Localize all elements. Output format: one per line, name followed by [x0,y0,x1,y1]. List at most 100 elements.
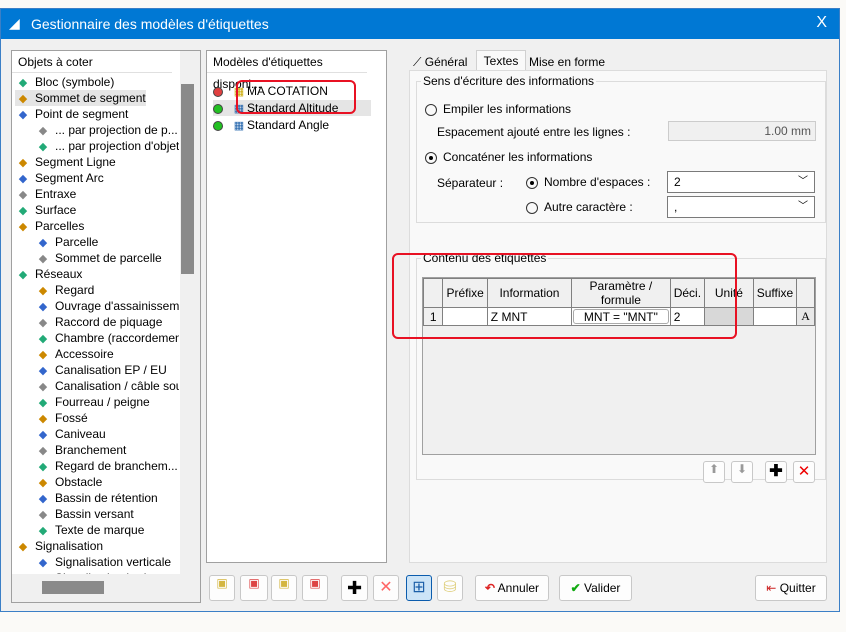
list-item-label: Texte de marque [55,523,145,537]
tab-general[interactable]: ⟋ Général [409,53,476,71]
tab-textes[interactable]: Textes [476,50,526,71]
list-item[interactable]: ◆ Sommet de segment [15,90,146,106]
list-item[interactable]: ◆ Accessoire [35,346,114,362]
accessory-icon: ◆ [38,348,48,361]
autre-select[interactable]: , ﹀ [667,196,815,218]
list-item-label: Signalisation [35,539,104,553]
export-all-button[interactable]: ▣ [302,575,328,601]
quitter-button[interactable]: ⇤ Quitter [755,575,827,601]
app-icon: ◢ [9,15,20,31]
list-item-label: Regard de branchem... [55,459,178,473]
list-item[interactable]: ◆ Segment Arc [15,170,104,186]
list-item[interactable]: ◆ Branchement [35,442,127,458]
scrollbar-thumb[interactable] [181,84,194,274]
list-item[interactable]: ◆ Texte de marque [35,522,145,538]
add-row-button[interactable]: ✚ [765,461,787,483]
list-item-label: Ouvrage d'assainissem... [55,299,179,313]
database-button[interactable]: ⛁ [437,575,463,601]
status-dot-icon [213,86,223,97]
list-item-label: Branchement [55,443,127,457]
nb-espaces-select[interactable]: 2 ﹀ [667,171,815,193]
close-button[interactable]: X [816,14,827,32]
list-item[interactable]: ◆ Parcelle [35,234,99,250]
block-symbol-icon: ◆ [18,76,28,89]
standard-models-toggle[interactable]: ⊞ [406,575,432,601]
hscrollbar-thumb[interactable] [42,581,104,594]
vertical-scrollbar[interactable] [180,51,200,581]
list-item-label: Bloc (symbole) [35,75,115,89]
import-all-button[interactable]: ▣ [240,575,268,601]
cell-suffixe[interactable] [752,307,798,326]
signage-icon: ◆ [18,540,28,553]
chamber-icon: ◆ [38,332,48,345]
delete-model-button[interactable]: ✕ [373,575,399,601]
list-item-label: Point de segment [35,107,129,121]
tab-mise-en-forme[interactable]: Mise en forme [527,53,605,71]
empiler-radio[interactable]: Empiler les informations [425,102,571,116]
projection-point-icon: ◆ [38,124,48,137]
add-model-button[interactable]: ✚ [341,575,368,601]
list-item[interactable]: ◆ ... par projection d'objet [35,138,179,154]
list-item[interactable]: ◆ Réseaux [15,266,83,282]
list-item[interactable]: ◆ Regard de branchem... [35,458,178,474]
list-item[interactable]: ◆ Fourreau / peigne [35,394,150,410]
parcel-icon: ◆ [38,236,48,249]
list-item[interactable]: ◆ Ouvrage d'assainissem... [35,298,179,314]
list-item[interactable]: ◆ Fossé [35,410,88,426]
status-dot-icon [213,103,223,114]
export-button[interactable]: ▣ [271,575,297,601]
list-item[interactable]: ◆ Signalisation [15,538,103,554]
col-suffixe: Suffixe [752,278,798,308]
annuler-button[interactable]: ↶ Annuler [475,575,549,601]
nb-espaces-radio[interactable]: Nombre d'espaces : [526,175,650,189]
move-down-button[interactable]: ⬇ [731,461,753,483]
tap-connection-icon: ◆ [38,316,48,329]
concatener-radio[interactable]: Concaténer les informations [425,150,592,164]
networks-icon: ◆ [18,268,28,281]
move-up-button[interactable]: ⬆ [703,461,725,483]
list-item[interactable]: ◆ Canalisation / câble sou... [35,378,179,394]
list-item[interactable]: ◆ Regard [35,282,95,298]
mark-text-icon: ◆ [38,524,48,537]
delete-row-button[interactable]: ✕ [793,461,815,483]
list-item[interactable]: ◆ ... par projection de p... [35,122,178,138]
import-button[interactable]: ▣ [209,575,235,601]
horizontal-scrollbar[interactable] [12,574,200,602]
vertical-signage-icon: ◆ [38,556,48,569]
valider-button[interactable]: ✔ Valider [559,575,632,601]
list-item[interactable]: ◆ Bloc (symbole) [15,74,115,90]
model-item[interactable]: ▦ Standard Angle [213,117,371,133]
list-item[interactable]: ◆ Surface [15,202,77,218]
list-item[interactable]: ◆ Entraxe [15,186,77,202]
list-item[interactable]: ◆ Obstacle [35,474,103,490]
manhole-icon: ◆ [38,284,48,297]
list-item-label: Canalisation / câble sou... [55,379,179,393]
espacement-field[interactable]: 1.00 mm [668,121,816,141]
chevron-down-icon: ﹀ [798,176,808,187]
list-item[interactable]: ◆ Raccord de piquage [35,314,163,330]
list-item-label: Signalisation verticale [55,555,172,569]
list-item-label: Obstacle [55,475,103,489]
autre-radio[interactable]: Autre caractère : [526,200,633,214]
list-item[interactable]: ◆ Canalisation EP / EU [35,362,167,378]
list-item[interactable]: ◆ Signalisation verticale [35,554,171,570]
models-header: Modèles d'étiquettes disponi... [207,51,367,91]
list-item[interactable]: ◆ Caniveau [35,426,106,442]
list-item-label: Entraxe [35,187,77,201]
font-icon[interactable]: A [796,307,815,326]
list-item-label: Surface [35,203,77,217]
sens-title: Sens d'écriture des informations [421,74,597,88]
list-item[interactable]: ◆ Point de segment [15,106,129,122]
sens-group: Sens d'écriture des informations Empiler… [416,74,826,223]
list-item[interactable]: ◆ Bassin versant [35,506,134,522]
list-item[interactable]: ◆ Bassin de rétention [35,490,158,506]
surface-icon: ◆ [18,204,28,217]
list-item-label: Segment Ligne [35,155,116,169]
list-item[interactable]: ◆ Segment Ligne [15,154,116,170]
list-item[interactable]: ◆ Parcelles [15,218,85,234]
objects-header: Objets à coter [12,51,172,73]
list-item-label: Segment Arc [35,171,104,185]
list-item-label: Fourreau / peigne [55,395,150,409]
list-item[interactable]: ◆ Sommet de parcelle [35,250,162,266]
list-item[interactable]: ◆ Chambre (raccordement [35,330,179,346]
